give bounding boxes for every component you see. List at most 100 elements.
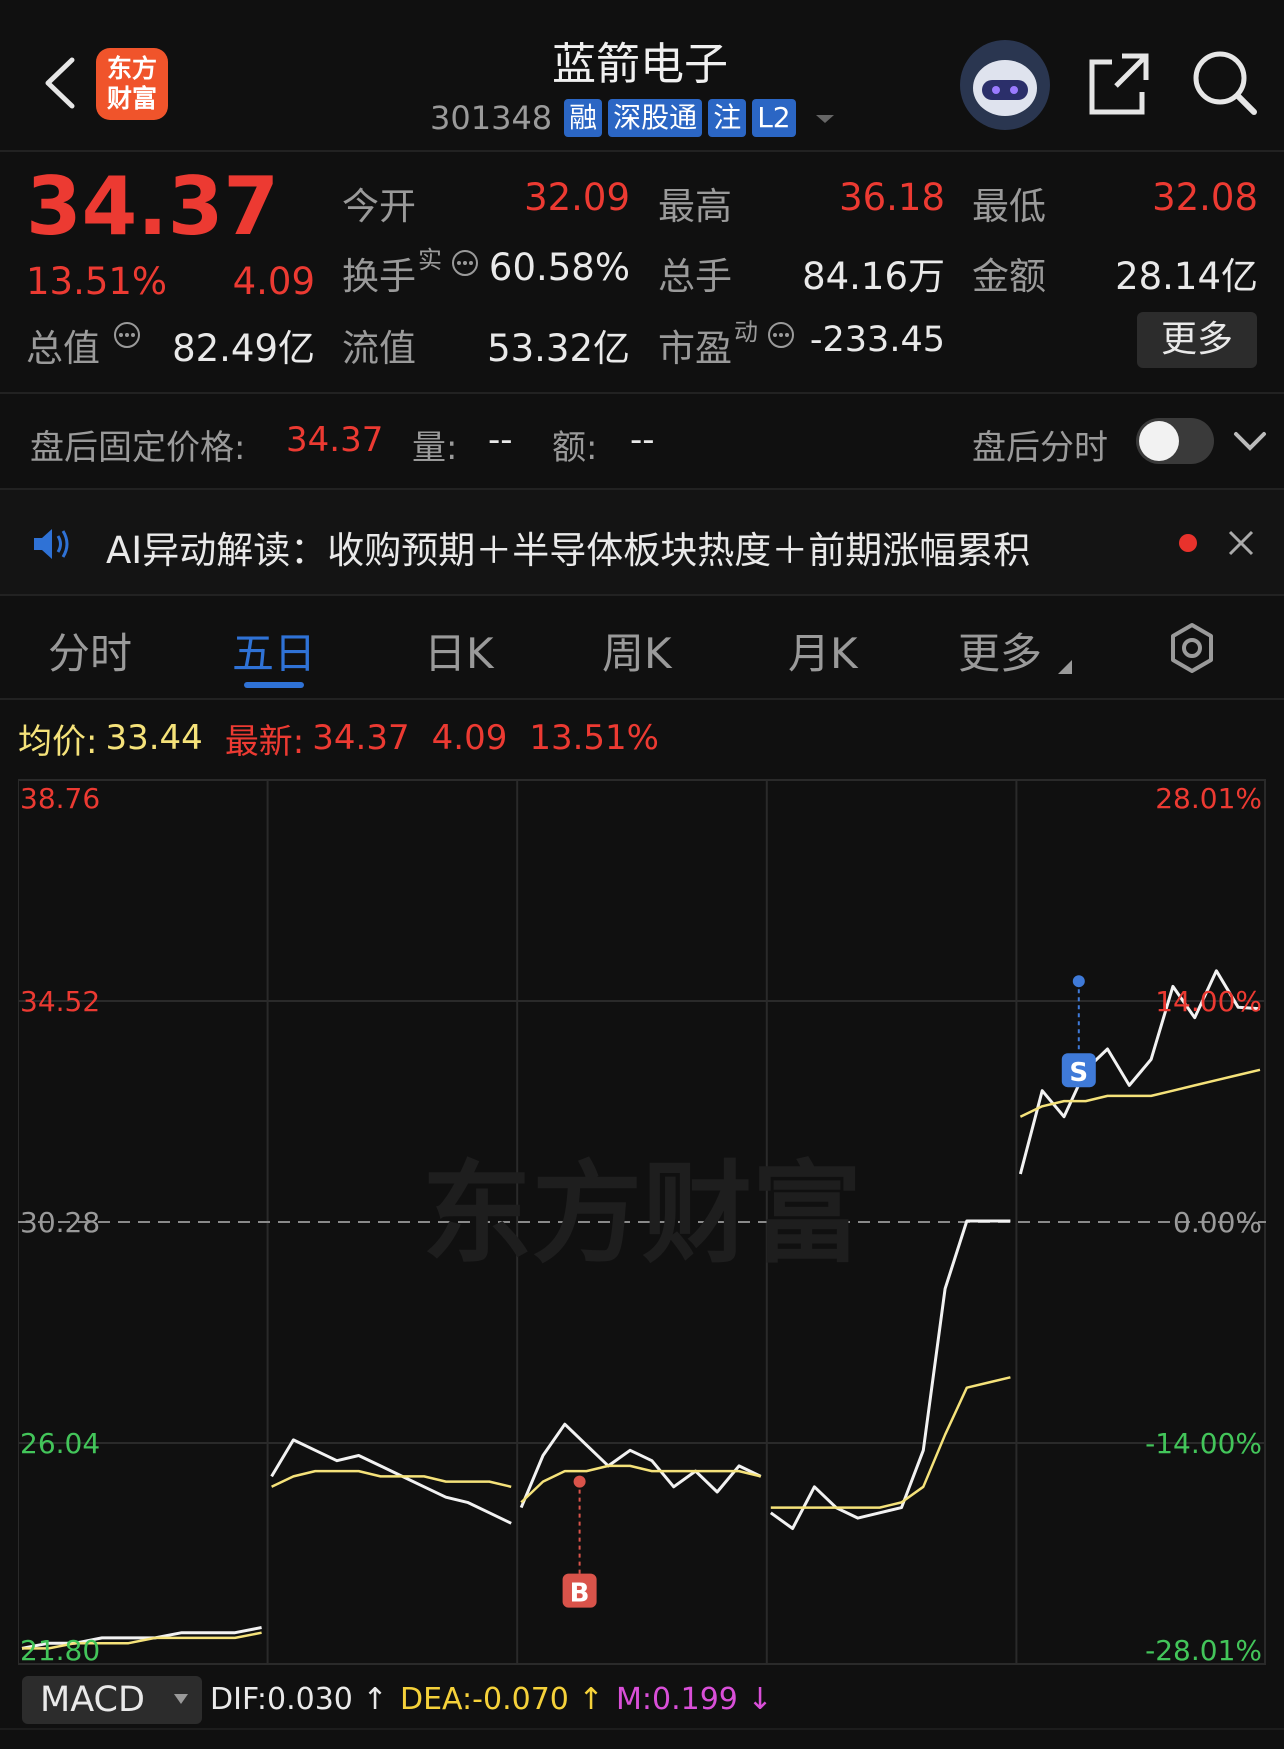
- watermark-text: 东方财富: [422, 1150, 862, 1278]
- price-line-day-3: [519, 1422, 762, 1509]
- y-axis-left-label: 21.80: [20, 1634, 100, 1667]
- market-cap-value: 82.49亿: [172, 327, 315, 370]
- latest-label: 最新:: [224, 721, 305, 762]
- turnover-label: 换手: [342, 255, 416, 298]
- chart-info-row: 均价: 33.44 最新: 34.37 4.09 13.51%: [18, 716, 659, 762]
- open-value: 32.09: [524, 176, 630, 219]
- pe-value: -233.45: [809, 320, 945, 360]
- float-cap-label: 流值: [342, 327, 416, 370]
- divider: [0, 698, 1284, 700]
- after-hours-price: 34.37: [286, 420, 384, 460]
- low-value: 32.08: [1152, 176, 1258, 219]
- tag-l2: L2: [752, 99, 796, 137]
- info-icon[interactable]: [450, 248, 480, 278]
- trade-marker-dot: [573, 1475, 586, 1488]
- top-bar: 东方 财富 蓝箭电子 301348 融 深股通 注 L2: [0, 0, 1284, 152]
- after-hours-toggle-label: 盘后分时: [972, 428, 1108, 468]
- sell-marker-label: S: [1069, 1058, 1088, 1088]
- high-label: 最高: [658, 185, 732, 228]
- app-logo[interactable]: 东方 财富: [96, 48, 168, 120]
- search-icon[interactable]: [1190, 48, 1260, 118]
- after-hours-volume-label: 量:: [412, 428, 458, 468]
- close-icon[interactable]: [1226, 528, 1256, 558]
- open-label: 今开: [342, 185, 416, 228]
- tab-more[interactable]: 更多: [958, 620, 1042, 681]
- dea-value: DEA:-0.070 ↑: [400, 1682, 604, 1717]
- tab-intraday[interactable]: 分时: [48, 620, 132, 681]
- share-icon[interactable]: [1086, 48, 1152, 118]
- tag-sz-connect: 深股通: [608, 99, 703, 137]
- y-axis-right-label: 0.00%: [1173, 1206, 1262, 1239]
- trade-marker-dot: [1072, 975, 1085, 988]
- tab-five-day[interactable]: 五日: [232, 620, 316, 681]
- after-hours-amount: --: [630, 420, 655, 460]
- quote-panel: 34.37 13.51% 4.09 今开 32.09 最高 36.18 最低 3…: [0, 152, 1284, 392]
- avg-value: 33.44: [105, 718, 203, 758]
- after-hours-volume: --: [488, 420, 513, 460]
- volume-value: 84.16万: [802, 255, 945, 298]
- ai-banner[interactable]: AI异动解读：收购预期＋半导体板块热度＋前期涨幅累积: [0, 490, 1284, 594]
- amount-label: 金额: [972, 255, 1046, 298]
- toggle-knob: [1139, 421, 1179, 461]
- tab-weekly-k[interactable]: 周K: [602, 620, 672, 681]
- speaker-icon: [30, 524, 74, 564]
- after-hours-row: 盘后固定价格: 34.37 量: -- 额: -- 盘后分时: [0, 394, 1284, 488]
- volume-label: 总手: [658, 255, 732, 298]
- m-value: M:0.199 ↓: [616, 1682, 773, 1717]
- tag-registered: 注: [708, 99, 747, 137]
- y-axis-right-label: 14.00%: [1155, 985, 1262, 1018]
- stock-code: 301348: [430, 99, 553, 137]
- y-axis-right-label: -14.00%: [1145, 1427, 1262, 1460]
- pe-label: 市盈: [658, 327, 732, 370]
- y-axis-right-label: 28.01%: [1155, 782, 1262, 815]
- change-amount: 4.09: [232, 260, 315, 303]
- stock-name: 蓝箭电子: [552, 39, 728, 90]
- gear-icon[interactable]: [1166, 622, 1218, 674]
- high-value: 36.18: [839, 176, 945, 219]
- tab-daily-k[interactable]: 日K: [424, 620, 494, 681]
- latest-price: 34.37: [312, 718, 410, 758]
- tab-monthly-k[interactable]: 月K: [788, 620, 858, 681]
- caret-down-icon: [815, 115, 834, 123]
- ai-banner-text: AI异动解读：收购预期＋半导体板块热度＋前期涨幅累积: [106, 529, 1031, 572]
- avg-label: 均价:: [18, 721, 98, 762]
- more-button[interactable]: 更多: [1137, 312, 1257, 368]
- stock-code-row[interactable]: 301348 融 深股通 注 L2: [430, 98, 840, 138]
- unread-dot: [1179, 534, 1197, 552]
- after-hours-price-label: 盘后固定价格:: [30, 428, 246, 468]
- period-tabs: 分时 五日 日K 周K 月K 更多: [0, 596, 1284, 698]
- float-cap-value: 53.32亿: [487, 327, 630, 370]
- latest-percent: 13.51%: [529, 718, 659, 758]
- latest-change: 4.09: [431, 718, 508, 758]
- y-axis-left-label: 26.04: [20, 1427, 100, 1460]
- chevron-down-icon[interactable]: [1230, 424, 1270, 458]
- buy-marker-label: B: [570, 1579, 590, 1609]
- pe-sup: 动: [734, 318, 758, 346]
- y-axis-left-label: 34.52: [20, 985, 100, 1018]
- corner-triangle-icon: [1056, 658, 1072, 674]
- active-tab-indicator: [244, 682, 304, 688]
- amount-value: 28.14亿: [1115, 255, 1258, 298]
- y-axis-left-label: 30.28: [20, 1206, 100, 1239]
- caret-down-icon: [174, 1694, 188, 1704]
- after-hours-toggle[interactable]: [1136, 418, 1214, 464]
- market-cap-label: 总值: [26, 327, 100, 370]
- turnover-sup: 实: [418, 246, 442, 274]
- low-label: 最低: [972, 185, 1046, 228]
- info-icon[interactable]: [112, 320, 142, 350]
- after-hours-amount-label: 额:: [552, 428, 598, 468]
- indicator-selector[interactable]: MACD: [22, 1676, 202, 1724]
- indicator-name: MACD: [40, 1680, 145, 1720]
- turnover-value: 60.58%: [488, 246, 630, 289]
- change-percent: 13.51%: [26, 260, 168, 303]
- robot-avatar-icon[interactable]: [960, 40, 1050, 130]
- y-axis-right-label: -28.01%: [1145, 1634, 1262, 1667]
- chart-svg: 东方财富 B S 38.76 28.01% 34.52 14.00% 30.28 0.00%…: [17, 779, 1266, 1667]
- y-axis-left-label: 38.76: [20, 782, 100, 815]
- divider: [0, 1728, 1284, 1730]
- last-price: 34.37: [26, 160, 280, 253]
- chevron-left-icon[interactable]: [36, 48, 86, 118]
- dif-value: DIF:0.030 ↑: [210, 1682, 388, 1717]
- tag-margin: 融: [564, 99, 603, 137]
- five-day-chart[interactable]: 东方财富 B S 38.76 28.01% 34.52 14.00% 30.28 0.00%…: [17, 774, 1266, 1670]
